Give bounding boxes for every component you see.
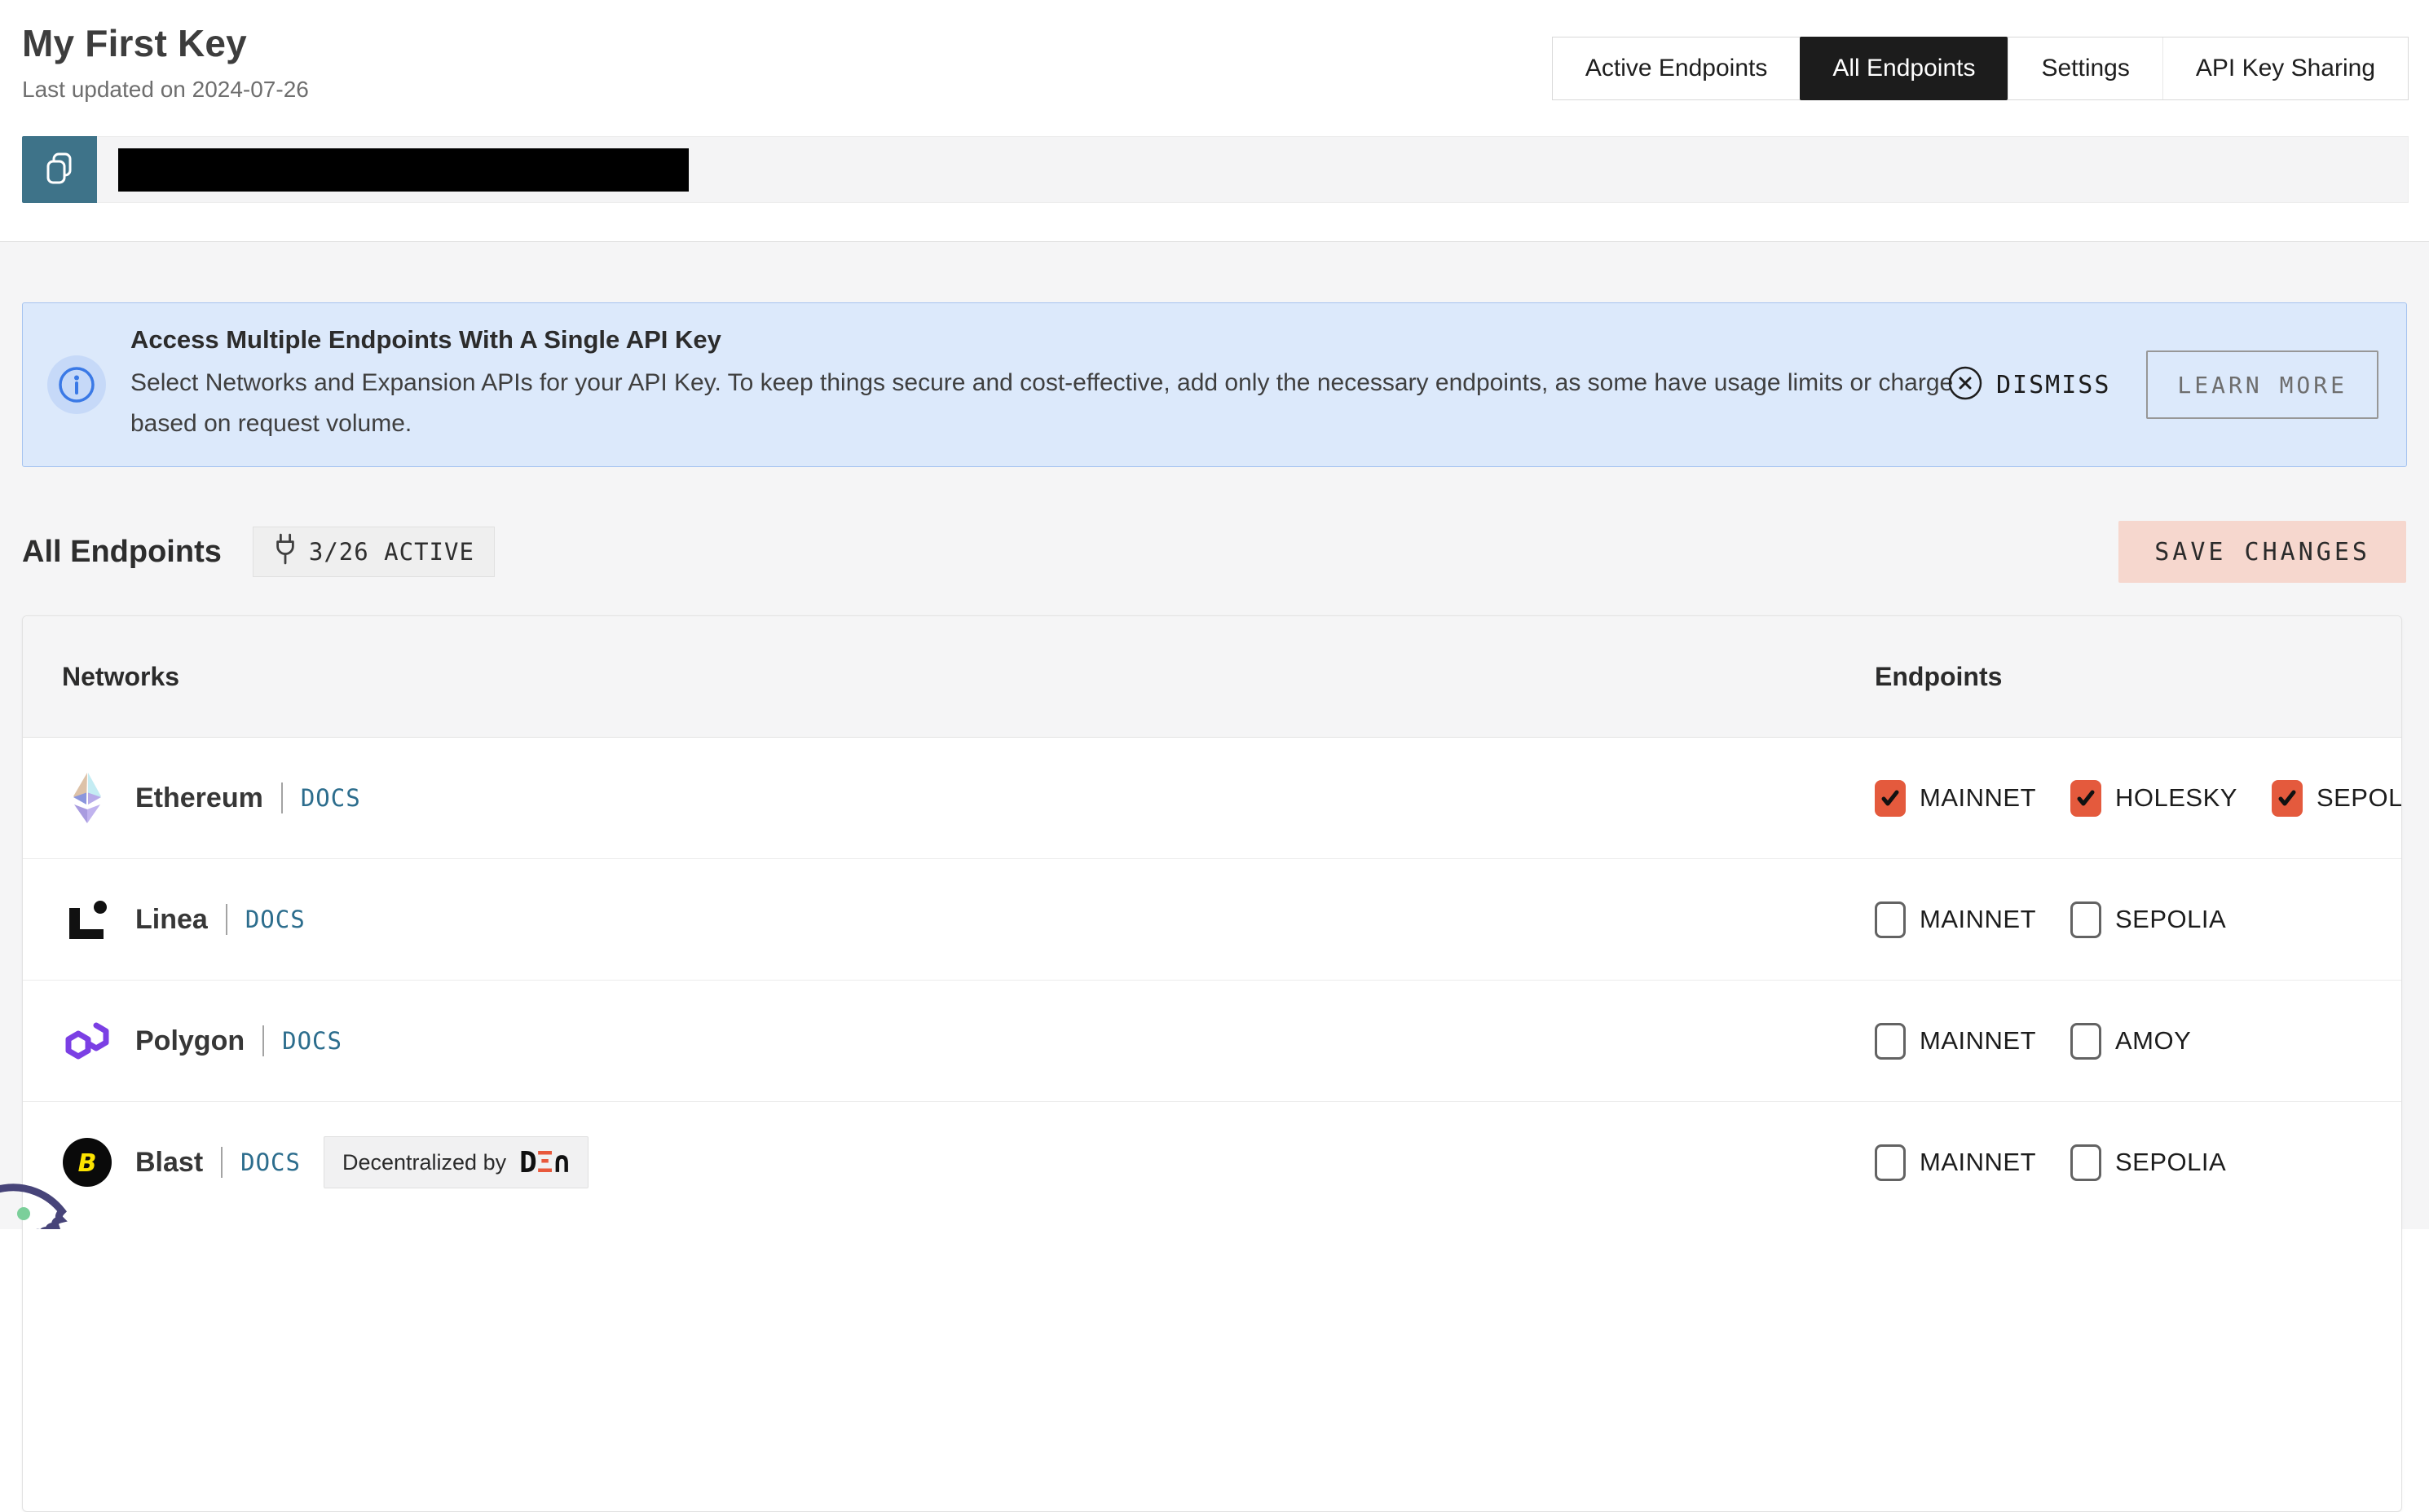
docs-link-linea[interactable]: DOCS xyxy=(245,906,306,933)
copy-api-key-button[interactable] xyxy=(22,136,97,203)
active-count-badge: 3/26 ACTIVE xyxy=(253,527,495,577)
docs-link-blast[interactable]: DOCS xyxy=(240,1148,301,1176)
checkbox-unchecked[interactable] xyxy=(1875,901,1906,938)
endpoint-toggle-ethereum-holesky[interactable]: HOLESKY xyxy=(2070,780,2237,817)
checkbox-checked[interactable] xyxy=(1875,780,1906,817)
endpoint-label: SEPOLIA xyxy=(2317,783,2402,813)
endpoint-label: SEPOLIA xyxy=(2115,905,2226,934)
api-key-bar xyxy=(22,136,2409,203)
tab-active-endpoints[interactable]: Active Endpoints xyxy=(1553,37,1800,99)
checkbox-unchecked[interactable] xyxy=(2070,1023,2101,1060)
checkbox-unchecked[interactable] xyxy=(2070,1144,2101,1181)
chat-widget-avatar[interactable] xyxy=(0,1170,98,1229)
decentralized-by-din-badge: Decentralized by DΞ∩ xyxy=(324,1136,589,1188)
network-name: Polygon xyxy=(135,1025,245,1057)
ethereum-icon xyxy=(62,773,112,823)
all-endpoints-section-header: All Endpoints 3/26 ACTIVE SAVE CHANGES xyxy=(22,519,2406,584)
checkbox-checked[interactable] xyxy=(2070,780,2101,817)
tab-api-key-sharing[interactable]: API Key Sharing xyxy=(2162,37,2408,99)
page-header: My First Key Last updated on 2024-07-26 … xyxy=(0,0,2429,241)
section-heading: All Endpoints xyxy=(22,535,222,570)
divider xyxy=(221,1147,223,1178)
network-row-polygon: Polygon DOCS MAINNET AMOY xyxy=(23,981,2401,1102)
content-area: Access Multiple Endpoints With A Single … xyxy=(0,242,2429,1229)
api-key-redacted xyxy=(118,148,689,192)
copy-icon xyxy=(43,151,76,189)
din-logo: DΞ∩ xyxy=(519,1146,570,1179)
endpoint-label: MAINNET xyxy=(1920,1148,2036,1177)
din-badge-text: Decentralized by xyxy=(342,1150,506,1175)
endpoint-toggle-ethereum-mainnet[interactable]: MAINNET xyxy=(1875,780,2036,817)
info-icon xyxy=(47,355,106,414)
active-count-label: 3/26 ACTIVE xyxy=(309,538,474,566)
endpoint-label: AMOY xyxy=(2115,1026,2191,1056)
endpoints-table: Networks Endpoints Ethereum DOCS MAINNET HO… xyxy=(22,615,2402,1512)
checkbox-unchecked[interactable] xyxy=(1875,1144,1906,1181)
tab-bar: Active EndpointsAll EndpointsSettingsAPI… xyxy=(1552,37,2409,100)
network-row-linea: Linea DOCS MAINNET SEPOLIA xyxy=(23,859,2401,981)
endpoint-label: HOLESKY xyxy=(2115,783,2237,813)
docs-link-polygon[interactable]: DOCS xyxy=(282,1027,342,1055)
docs-link-ethereum[interactable]: DOCS xyxy=(301,784,361,812)
tab-settings[interactable]: Settings xyxy=(2008,37,2162,99)
network-name: Blast xyxy=(135,1147,203,1179)
dismiss-button[interactable]: DISMISS xyxy=(1947,365,2110,405)
save-changes-button[interactable]: SAVE CHANGES xyxy=(2118,521,2406,583)
endpoint-toggle-linea-mainnet[interactable]: MAINNET xyxy=(1875,901,2036,938)
banner-body: Select Networks and Expansion APIs for y… xyxy=(130,363,1956,444)
last-updated-text: Last updated on 2024-07-26 xyxy=(22,77,309,103)
page-title: My First Key xyxy=(22,21,309,65)
endpoint-toggle-linea-sepolia[interactable]: SEPOLIA xyxy=(2070,901,2226,938)
network-name: Linea xyxy=(135,904,208,936)
network-row-ethereum: Ethereum DOCS MAINNET HOLESKY SEPOLIA xyxy=(23,738,2401,859)
divider xyxy=(226,904,227,935)
dismiss-x-icon xyxy=(1947,365,1983,405)
divider xyxy=(262,1025,264,1056)
tab-all-endpoints[interactable]: All Endpoints xyxy=(1800,37,2008,100)
linea-icon xyxy=(62,894,112,945)
endpoint-label: MAINNET xyxy=(1920,1026,2036,1056)
endpoint-label: SEPOLIA xyxy=(2115,1148,2226,1177)
dismiss-label: DISMISS xyxy=(1996,371,2110,399)
endpoint-toggle-polygon-amoy[interactable]: AMOY xyxy=(2070,1023,2191,1060)
endpoint-toggle-blast-sepolia[interactable]: SEPOLIA xyxy=(2070,1144,2226,1181)
network-name: Ethereum xyxy=(135,782,263,814)
endpoint-label: MAINNET xyxy=(1920,905,2036,934)
endpoints-column-header: Endpoints xyxy=(1875,616,2002,737)
checkbox-checked[interactable] xyxy=(2272,780,2303,817)
endpoint-toggle-ethereum-sepolia[interactable]: SEPOLIA xyxy=(2272,780,2402,817)
endpoint-toggle-polygon-mainnet[interactable]: MAINNET xyxy=(1875,1023,2036,1060)
learn-more-button[interactable]: LEARN MORE xyxy=(2146,350,2378,419)
checkbox-unchecked[interactable] xyxy=(1875,1023,1906,1060)
banner-title: Access Multiple Endpoints With A Single … xyxy=(130,325,1956,355)
networks-column-header: Networks xyxy=(62,616,179,737)
plug-icon xyxy=(273,533,298,571)
checkbox-unchecked[interactable] xyxy=(2070,901,2101,938)
api-key-field[interactable] xyxy=(97,136,2409,203)
endpoint-toggle-blast-mainnet[interactable]: MAINNET xyxy=(1875,1144,2036,1181)
endpoint-label: MAINNET xyxy=(1920,783,2036,813)
network-row-blast: BBlastDOCSDecentralized byDΞ∩MAINNETSEPO… xyxy=(23,1102,2401,1281)
divider xyxy=(281,782,283,813)
table-header-row: Networks Endpoints xyxy=(23,616,2401,738)
info-banner: Access Multiple Endpoints With A Single … xyxy=(22,302,2407,467)
polygon-icon xyxy=(62,1016,112,1066)
